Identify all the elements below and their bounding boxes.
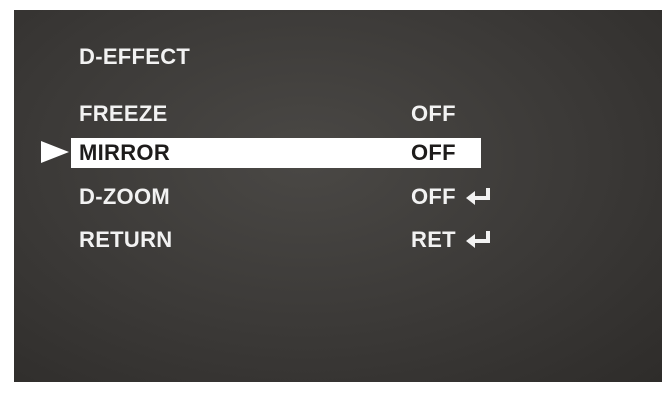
enter-icon (465, 188, 490, 205)
menu-title: D-EFFECT (79, 44, 191, 69)
menu-item-value: RET (411, 227, 456, 252)
menu-item-freeze[interactable]: FREEZE OFF (71, 99, 481, 129)
menu-item-value-group: OFF (411, 186, 494, 208)
menu-item-d-zoom[interactable]: D-ZOOM OFF (71, 182, 490, 212)
enter-icon (465, 231, 490, 248)
menu-item-value-group: RET (411, 229, 494, 251)
selection-cursor-icon (41, 141, 69, 163)
menu-item-return[interactable]: RETURN RET (71, 225, 490, 255)
menu-item-value: OFF (411, 184, 456, 209)
menu-item-value: OFF (411, 140, 456, 165)
menu-item-label: FREEZE (79, 101, 168, 126)
menu-item-label: MIRROR (79, 140, 171, 165)
osd-screen: D-EFFECT FREEZE OFF MIRROR OFF D-ZOOM OF… (14, 10, 662, 382)
menu-item-mirror[interactable]: MIRROR OFF (71, 138, 481, 168)
menu-item-label: RETURN (79, 227, 173, 252)
menu-item-value: OFF (411, 101, 456, 126)
menu-item-label: D-ZOOM (79, 184, 171, 209)
